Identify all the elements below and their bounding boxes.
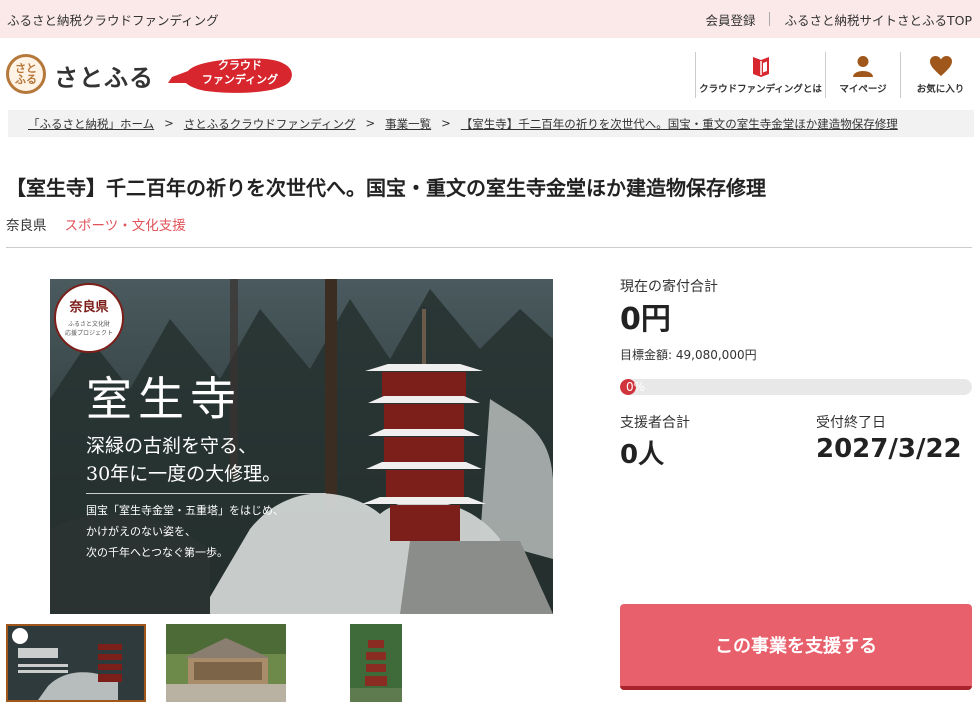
breadcrumb-separator: >	[441, 116, 451, 130]
top-links: 会員登録 ふるさと納税サイトさとふるTOP	[705, 10, 972, 29]
user-icon	[853, 56, 873, 77]
prefecture-seal: 奈良県 ふるさと文化財 応援プロジェクト	[54, 283, 124, 353]
image-body-3: 次の千年へとつなぐ第一歩。	[86, 546, 229, 559]
site-name[interactable]: ふるさと納税クラウドファンディング	[7, 10, 219, 29]
current-total-value: 0円	[620, 302, 671, 337]
target-amount-label: 目標金額	[620, 348, 669, 362]
target-amount-value: 49,080,000円	[675, 348, 757, 362]
nav-label: マイページ	[839, 84, 887, 95]
thumbnail-1-art	[8, 626, 144, 700]
nav-about-crowdfunding[interactable]: クラウドファンディングとは	[695, 52, 825, 98]
header: さと ふる さとふる クラウド ファンディング クラウドファンディングとは マイペ…	[0, 38, 980, 108]
register-link[interactable]: 会員登録	[705, 10, 755, 29]
supporters-value: 0人	[620, 440, 665, 470]
breadcrumb-separator: >	[365, 116, 376, 130]
breadcrumb-projects[interactable]: 事業一覧	[385, 116, 431, 137]
nav-label: お気に入り	[916, 84, 965, 95]
header-nav: クラウドファンディングとは マイページ お気に入り	[695, 52, 980, 98]
deadline-value: 2027/3/22	[816, 434, 962, 464]
main-project-image: 奈良県 ふるさと文化財 応援プロジェクト 室生寺 深緑の古刹を守る、 30年に一…	[50, 279, 553, 614]
breadcrumb-home[interactable]: 「ふるさと納税」ホーム	[28, 116, 154, 137]
badge-text: クラウド ファンディング	[190, 59, 290, 87]
target-amount: 目標金額: 49,080,000円	[620, 348, 757, 362]
satofull-top-link[interactable]: ふるさと納税サイトさとふるTOP	[784, 10, 972, 29]
image-headline: 室生寺	[86, 372, 242, 426]
nav-mypage[interactable]: マイページ	[825, 52, 900, 98]
breadcrumb: 「ふるさと納税」ホーム > さとふるクラウドファンディング > 事業一覧 > 【…	[8, 110, 974, 137]
thumbnail-3[interactable]	[350, 624, 402, 702]
heart-icon	[929, 56, 952, 76]
prefecture-label: 奈良県	[6, 218, 47, 234]
image-subline-1: 深緑の古刹を守る、	[86, 435, 258, 457]
nav-label: クラウドファンディングとは	[699, 84, 822, 95]
progress-percent: 0%	[626, 380, 646, 394]
thumbnail-3-art	[350, 624, 402, 702]
deadline-label: 受付終了日	[816, 415, 886, 431]
image-body-2: かけがえのない姿を、	[86, 525, 196, 538]
page-title: 【室生寺】千二百年の祈りを次世代へ。国宝・重文の室生寺金堂ほか建造物保存修理	[6, 176, 766, 200]
breadcrumb-crowdfunding[interactable]: さとふるクラウドファンディング	[184, 116, 356, 137]
thumbnail-2-art	[166, 624, 286, 702]
thumbnail-2[interactable]	[166, 624, 286, 702]
supporters-label: 支援者合計	[620, 415, 690, 431]
badge-line-1: クラウド	[218, 59, 262, 72]
logo-mark[interactable]: さと ふる	[6, 54, 46, 94]
seal-title: 奈良県	[69, 300, 109, 315]
category-link[interactable]: スポーツ・文化支援	[65, 214, 186, 234]
breadcrumb-separator: >	[164, 116, 174, 130]
seal-sub-1: ふるさと文化財	[67, 321, 110, 328]
breadcrumb-current[interactable]: 【室生寺】千二百年の祈りを次世代へ。国宝・重文の室生寺金堂ほか建造物保存修理	[461, 116, 898, 137]
badge-line-2: ファンディング	[201, 73, 279, 86]
image-divider	[86, 493, 326, 494]
image-subline-2: 30年に一度の大修理。	[86, 463, 282, 485]
divider	[6, 247, 972, 248]
current-total-label: 現在の寄付合計	[620, 279, 718, 295]
book-icon	[752, 57, 769, 77]
support-project-button[interactable]: この事業を支援する	[620, 604, 972, 690]
nav-favorites[interactable]: お気に入り	[900, 52, 980, 98]
top-bar: ふるさと納税クラウドファンディング 会員登録 ふるさと納税サイトさとふるTOP	[0, 0, 980, 38]
crowdfunding-badge[interactable]: クラウド ファンディング	[166, 55, 294, 95]
project-meta: 奈良県 スポーツ・文化支援	[6, 214, 186, 234]
image-body-1: 国宝「室生寺金堂・五重塔」をはじめ、	[86, 504, 284, 517]
progress-bar: 0%	[620, 379, 972, 395]
thumbnail-1[interactable]	[6, 624, 146, 702]
logo-mark-text: さと ふる	[15, 62, 37, 86]
logo-text[interactable]: さとふる	[54, 58, 154, 93]
seal-sub-2: 応援プロジェクト	[64, 330, 113, 337]
divider	[769, 12, 771, 26]
